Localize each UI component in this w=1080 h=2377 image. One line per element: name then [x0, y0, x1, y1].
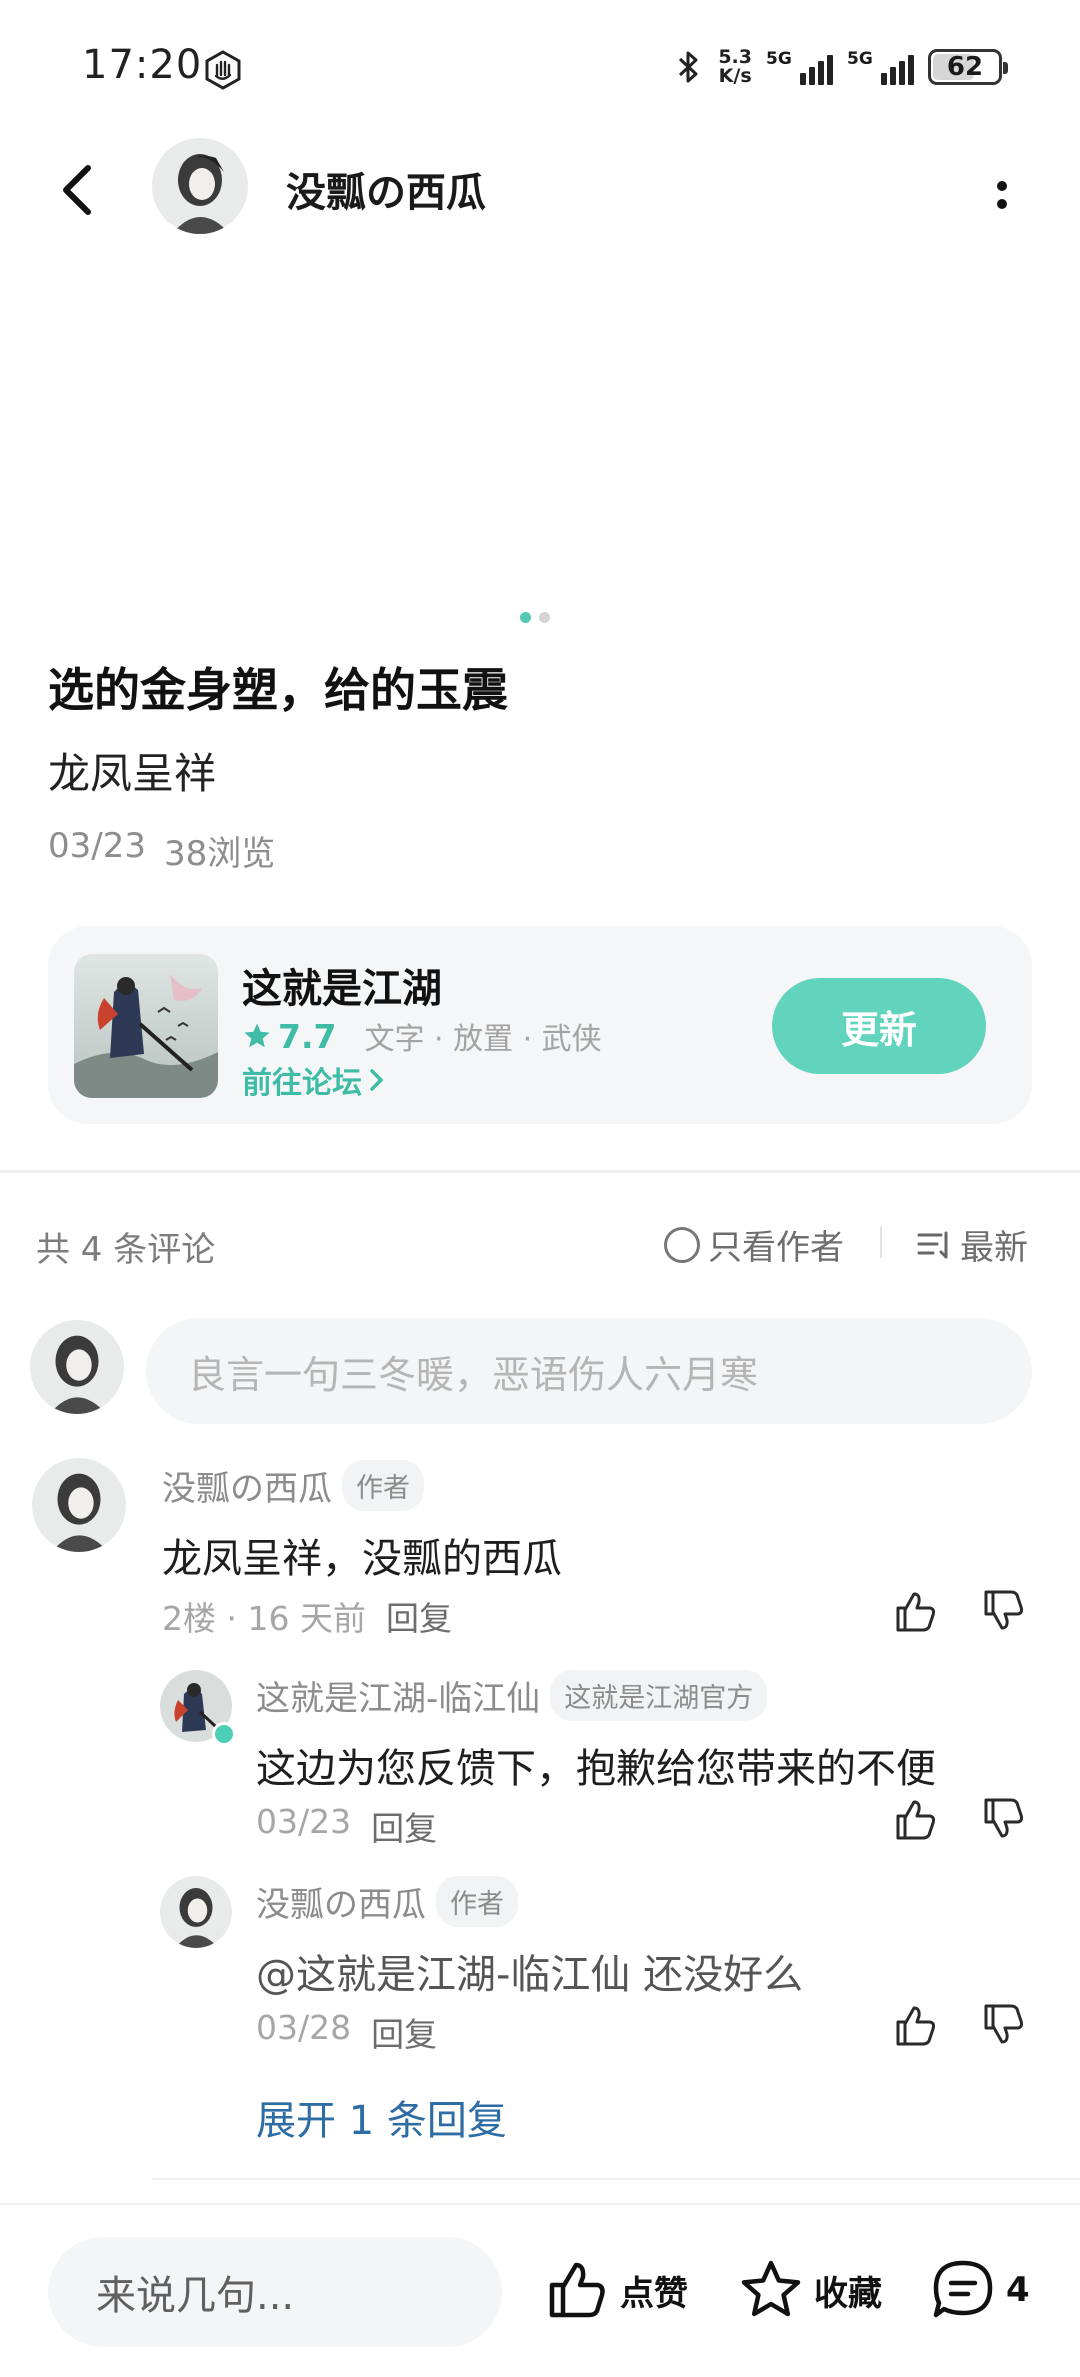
- thumbs-up-icon[interactable]: [890, 2000, 940, 2050]
- signal-icon-sim1: 5G: [766, 49, 833, 85]
- gesture-hand-icon: [205, 50, 241, 90]
- replier-name[interactable]: 这就是江湖-临江仙: [256, 1671, 540, 1720]
- more-options-icon[interactable]: [990, 170, 1014, 220]
- reply-date: 03/23: [256, 1802, 352, 1841]
- status-time: 17:20: [82, 42, 203, 88]
- post-date: 03/23: [48, 826, 146, 866]
- reply-button[interactable]: 回复: [371, 2008, 437, 2056]
- game-name[interactable]: 这就是江湖: [242, 956, 442, 1014]
- radio-unchecked-icon[interactable]: [664, 1226, 700, 1263]
- reply-header: 这就是江湖-临江仙 这就是江湖官方: [256, 1670, 768, 1721]
- chevron-right-icon: [370, 1069, 384, 1091]
- thumbs-up-icon[interactable]: [544, 2257, 610, 2323]
- status-indicators: 5.3 K/s 5G 5G 62: [674, 44, 1008, 90]
- comment-meta: 2楼 · 16 天前 回复: [162, 1592, 452, 1640]
- back-arrow-icon[interactable]: [52, 160, 102, 220]
- favorite-button[interactable]: 收藏: [738, 2257, 882, 2323]
- forum-link[interactable]: 前往论坛: [242, 1058, 386, 1102]
- reply-date: 03/28: [256, 2008, 352, 2047]
- post-views: 38浏览: [163, 834, 276, 874]
- battery-icon: 62: [928, 49, 1008, 85]
- sort-toggle[interactable]: 最新: [916, 1220, 1028, 1269]
- thumbs-up-icon[interactable]: [890, 1794, 940, 1844]
- commenter-name[interactable]: 没瓢の西瓜: [162, 1461, 332, 1510]
- game-card[interactable]: 这就是江湖 7.7 文字 · 放置 · 武侠 前往论坛 更新: [48, 926, 1032, 1124]
- verified-badge-icon: [212, 1722, 236, 1746]
- comment-bubble-icon[interactable]: [930, 2257, 996, 2323]
- comment-floor-time: 2楼 · 16 天前: [162, 1599, 366, 1638]
- post-meta: 03/23 38浏览: [48, 826, 275, 875]
- sort-icon[interactable]: [916, 1227, 952, 1263]
- comment-count: 共 4 条评论: [36, 1230, 216, 1270]
- reply-button[interactable]: 回复: [386, 1592, 452, 1640]
- update-button[interactable]: 更新: [772, 978, 986, 1074]
- comment-text: 龙凤呈祥，没瓢的西瓜: [162, 1536, 562, 1582]
- author-tag: 作者: [436, 1876, 518, 1927]
- game-cover-image[interactable]: [74, 954, 218, 1098]
- reply-header: 没瓢の西瓜 作者: [256, 1876, 518, 1927]
- post-body: 龙凤呈祥: [48, 749, 217, 798]
- reply-text: @这就是江湖-临江仙 还没好么: [256, 1952, 804, 1998]
- star-icon: [244, 1023, 270, 1048]
- thumbs-down-icon[interactable]: [978, 1586, 1028, 1636]
- quick-comment-input[interactable]: 来说几句...: [48, 2237, 502, 2347]
- signal-icon-sim2: 5G: [847, 49, 914, 85]
- official-tag: 这就是江湖官方: [550, 1670, 768, 1721]
- thumbs-down-icon[interactable]: [978, 2000, 1028, 2050]
- game-score: 7.7: [278, 1016, 337, 1056]
- game-rating: 7.7 文字 · 放置 · 武侠: [242, 1014, 602, 1058]
- comment-header: 没瓢の西瓜 作者: [162, 1460, 424, 1511]
- carousel-indicator: [520, 612, 550, 623]
- expand-replies-link[interactable]: 展开 1 条回复: [256, 2088, 507, 2146]
- reply-meta: 03/28 回复: [256, 2008, 437, 2056]
- thumbs-up-icon[interactable]: [890, 1586, 940, 1636]
- comments-button[interactable]: 4: [930, 2257, 1030, 2323]
- bluetooth-icon: [679, 51, 698, 83]
- section-divider: [0, 1170, 1080, 1173]
- top-app-bar: 没瓢の西瓜: [0, 130, 1080, 248]
- star-outline-icon[interactable]: [738, 2257, 804, 2323]
- status-bar: 17:20 5.3 K/s 5G 5G 62: [0, 0, 1080, 130]
- replier-name[interactable]: 没瓢の西瓜: [256, 1877, 426, 1926]
- reply-text: 这边为您反馈下，抱歉给您带来的不便: [256, 1746, 936, 1792]
- author-tag: 作者: [342, 1460, 424, 1511]
- post-title: 选的金身塑，给的玉震: [48, 663, 508, 717]
- network-speed: 5.3 K/s: [718, 46, 752, 87]
- thumbs-down-icon[interactable]: [978, 1794, 1028, 1844]
- reply-button[interactable]: 回复: [371, 1802, 437, 1850]
- commenter-avatar[interactable]: [32, 1458, 126, 1552]
- divider: [880, 1226, 882, 1258]
- author-avatar[interactable]: [152, 138, 248, 234]
- game-tags: 文字 · 放置 · 武侠: [364, 1022, 602, 1057]
- replier-avatar[interactable]: [160, 1876, 232, 1948]
- reply-meta: 03/23 回复: [256, 1802, 437, 1850]
- comment-input[interactable]: 良言一句三冬暖，恶语伤人六月寒: [146, 1318, 1032, 1424]
- like-button[interactable]: 点赞: [544, 2257, 688, 2323]
- carousel-dot-active: [520, 612, 531, 623]
- my-avatar: [30, 1320, 124, 1414]
- comment-divider: [152, 2178, 1080, 2180]
- author-only-toggle[interactable]: 只看作者: [664, 1220, 844, 1269]
- carousel-dot: [539, 612, 550, 623]
- header-title[interactable]: 没瓢の西瓜: [286, 160, 486, 218]
- bottom-action-bar: 来说几句... 点赞 收藏 4: [0, 2203, 1080, 2377]
